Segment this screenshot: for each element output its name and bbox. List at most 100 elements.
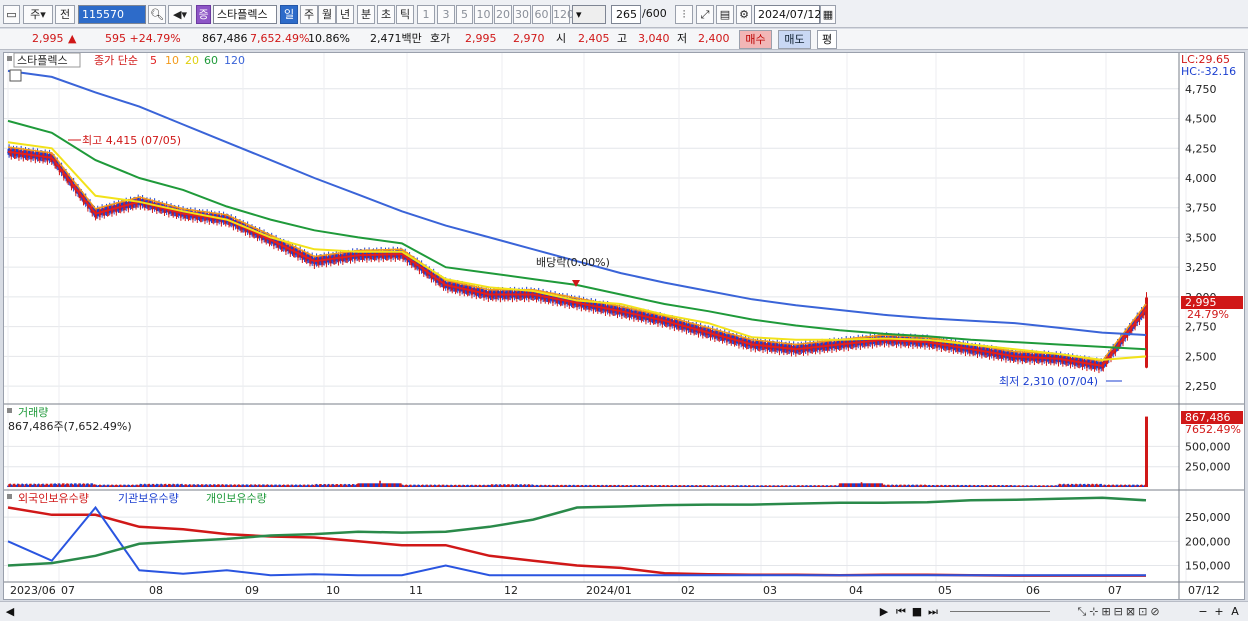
interval-button-2[interactable]: 5 [456,5,473,24]
time-tick-label: 05 [938,584,952,597]
gear-icon[interactable]: ⚙ [736,5,752,24]
ma-line-120 [7,69,1147,336]
chart-area[interactable]: 4,7504,5004,2504,0003,7503,5003,2503,000… [3,52,1245,600]
draw-icon[interactable]: ⤢ [696,5,714,24]
volume-ratio: 7,652.49% [250,32,310,45]
holding-tick-label: 150,000 [1185,560,1231,573]
moving-averages [7,69,1147,367]
volume-bars [7,416,1148,487]
scroll-right-icon[interactable]: ▶ [878,604,890,619]
legend-ma20: 20 [185,54,199,67]
rewind-icon[interactable]: ⏮ [894,604,908,619]
holding-legend-marker [7,494,12,499]
count-select[interactable]: ▾ [572,5,606,24]
price-tick-label: 2,500 [1185,350,1217,363]
legend-ma: 종가 단순 [94,54,138,67]
low-note: 최저 2,310 (07/04) [999,375,1098,388]
bid-price: 2,970 [513,32,545,45]
stock-name-field: 스타플렉스 [213,5,277,24]
market-icon: 증 [196,5,211,24]
time-tick-label: 11 [409,584,423,597]
stop-icon[interactable]: ■ [910,604,924,619]
period-tab-0[interactable]: 일 [280,5,298,24]
forward-icon[interactable]: ⏭ [926,604,940,619]
grid [4,53,1187,582]
eval-button[interactable]: 평 [817,30,837,49]
period-tab-1[interactable]: 주 [300,5,318,24]
time-tick-label: 06 [1026,584,1040,597]
current-price: 2,995 [32,32,64,45]
price-tick-label: 2,750 [1185,321,1217,334]
zoom-slider[interactable] [950,611,1050,612]
time-tick-label: 07/12 [1188,584,1220,597]
period-tab-2[interactable]: 월 [318,5,336,24]
high-price: 3,040 [638,32,670,45]
period-tab-6[interactable]: 틱 [396,5,414,24]
candle-icon[interactable]: ⫶ [675,5,693,24]
time-tick-label: 2024/01 [586,584,632,597]
holding-line-2 [7,496,1147,567]
ma-line-20 [7,141,1147,361]
chart-canvas[interactable]: 4,7504,5004,2504,0003,7503,5003,2503,000… [4,53,1244,599]
time-tick-label: 2023/06 [10,584,56,597]
volume-tick-label: 250,000 [1185,461,1231,474]
holding-tick-label: 200,000 [1185,535,1231,548]
zoom-out-icon[interactable]: − [1196,604,1210,619]
interval-button-1[interactable]: 3 [437,5,455,24]
last-volume-pct: 7652.49% [1185,423,1241,436]
period-tab-5[interactable]: 초 [377,5,395,24]
interval-button-3[interactable]: 10 [474,5,493,24]
save-icon[interactable]: ▤ [716,5,734,24]
search-icon[interactable]: 🔍︎ [148,5,166,24]
date-input[interactable]: 2024/07/12 [754,5,821,24]
legend-individual: 개인보유수량 [206,492,267,505]
mode-select[interactable]: 주▾ [23,5,53,24]
price-change: 595 +24.79% [105,32,181,45]
sell-button[interactable]: 매도 [778,30,811,49]
hc-label: HC:-32.16 [1181,65,1236,78]
time-tick-label: 02 [681,584,695,597]
interval-button-4[interactable]: 20 [494,5,512,24]
high-label: 고 [617,32,628,45]
zoom-in-icon[interactable]: + [1212,604,1226,619]
time-tick-label: 03 [763,584,777,597]
speaker-icon[interactable]: ◀▾ [168,5,192,24]
tool-icons[interactable]: ⤡⊹⊞⊟⊠⊡⊘ [1050,604,1190,619]
count-input[interactable]: 265 [611,5,641,24]
table-icon[interactable] [9,69,22,82]
time-tick-label: 08 [149,584,163,597]
price-tick-label: 3,750 [1185,202,1217,215]
period-tab-3[interactable]: 년 [336,5,354,24]
price-tick-label: 4,750 [1185,83,1217,96]
period-tab-4[interactable]: 분 [357,5,375,24]
volume-tick-label: 500,000 [1185,440,1231,453]
open-label: 시 [556,32,567,45]
font-size-icon[interactable]: A [1228,604,1242,619]
calendar-icon[interactable]: ▦ [820,5,836,24]
legend-ma60: 60 [204,54,218,67]
volume-title: 거래량 [18,406,48,419]
scroll-left-icon[interactable]: ◀ [4,604,16,619]
price-tick-label: 2,250 [1185,380,1217,393]
legend-marker [7,56,12,61]
buy-button[interactable]: 매수 [739,30,772,49]
scrollbar[interactable]: ◀ ▶ ⏮ ■ ⏭ ⤡⊹⊞⊟⊠⊡⊘ − + A [0,601,1248,621]
interval-button-0[interactable]: 1 [417,5,435,24]
interval-button-6[interactable]: 60 [532,5,551,24]
x-axis-ticks: 2023/06 07 08 09 10 11 12 2024/01 02 03 04 05 06 07 07… [10,584,1220,597]
code-input[interactable]: 115570 [78,5,146,24]
open-price: 2,405 [578,32,610,45]
interval-button-5[interactable]: 30 [513,5,531,24]
y-axis-ticks: 4,7504,5004,2504,0003,7503,5003,2503,000… [1185,83,1231,573]
prev-button[interactable]: 전 [55,5,75,24]
time-tick-label: 04 [849,584,863,597]
ma-line-10 [7,146,1147,362]
low-price: 2,400 [698,32,730,45]
legend-ma120: 120 [224,54,245,67]
trade-amount: 2,471백만 [370,32,422,45]
window-icon[interactable]: ▭ [3,5,20,24]
price-tick-label: 3,250 [1185,261,1217,274]
interval-button-7[interactable]: 120 [552,5,574,24]
legend-name: 스타플렉스 [17,54,68,67]
dividend-note: 배당락(0.00%) [536,256,610,269]
